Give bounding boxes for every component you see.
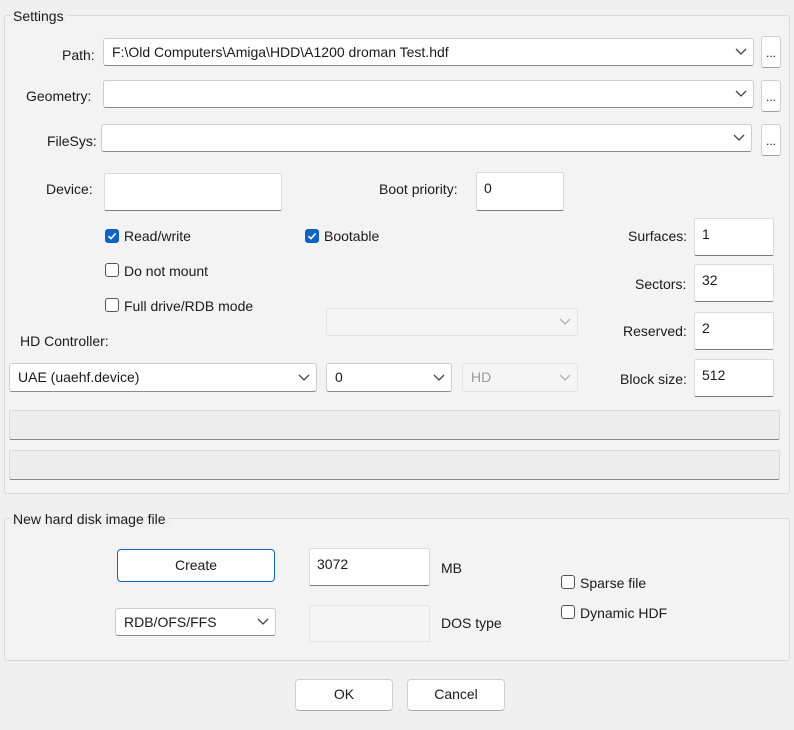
ok-button[interactable]: OK [295, 679, 393, 711]
do-not-mount-checkbox[interactable] [105, 263, 119, 277]
device-label: Device: [46, 181, 93, 197]
filesys-browse-button[interactable]: ... [761, 124, 781, 156]
chevron-down-icon [733, 134, 745, 141]
hd-controller-label: HD Controller: [20, 333, 109, 349]
image-size-input[interactable]: 3072 [309, 548, 430, 586]
dos-type-label: DOS type [441, 615, 502, 631]
hd-controller-value: UAE (uaehf.device) [18, 369, 140, 385]
chevron-down-icon [559, 318, 571, 325]
controller-type-combo: HD [462, 363, 578, 392]
checkmark-icon [107, 232, 117, 240]
chevron-down-icon [735, 48, 747, 55]
dynamic-hdf-checkbox[interactable] [561, 605, 575, 619]
controller-unit-value: 0 [335, 369, 343, 385]
geometry-combo[interactable] [103, 80, 754, 108]
sectors-input[interactable]: 32 [694, 264, 774, 302]
bootable-label: Bootable [324, 228, 380, 244]
sparse-file-label: Sparse file [580, 575, 647, 591]
read-write-label: Read/write [124, 228, 191, 244]
block-size-label: Block size: [620, 371, 687, 387]
geometry-browse-button[interactable]: ... [761, 80, 781, 112]
checkmark-icon [307, 232, 317, 240]
settings-group-title: Settings [10, 8, 67, 24]
reserved-label: Reserved: [623, 323, 687, 339]
new-image-group-title: New hard disk image file [10, 511, 169, 527]
sparse-file-checkbox[interactable] [561, 575, 575, 589]
read-write-checkbox[interactable] [105, 229, 119, 243]
controller-extra-combo [326, 308, 578, 336]
chevron-down-icon [257, 618, 269, 625]
full-drive-checkbox[interactable] [105, 298, 119, 312]
chevron-down-icon [735, 90, 747, 97]
sectors-label: Sectors: [635, 276, 687, 292]
block-size-input[interactable]: 512 [694, 359, 774, 397]
bootable-checkbox[interactable] [305, 229, 319, 243]
chevron-down-icon [559, 374, 571, 381]
filesys-label: FileSys: [47, 133, 97, 149]
chevron-down-icon [298, 374, 310, 381]
path-label: Path: [62, 47, 95, 63]
dos-type-input [309, 605, 430, 642]
filesys-combo[interactable] [101, 124, 752, 152]
boot-priority-label: Boot priority: [379, 181, 458, 197]
surfaces-label: Surfaces: [628, 228, 688, 244]
cancel-button[interactable]: Cancel [407, 679, 505, 711]
controller-type-value: HD [471, 369, 492, 385]
info-bar-2 [9, 450, 780, 480]
dynamic-hdf-label: Dynamic HDF [580, 605, 668, 621]
image-format-value: RDB/OFS/FFS [124, 614, 217, 630]
create-button[interactable]: Create [117, 549, 275, 582]
hd-controller-combo[interactable]: UAE (uaehf.device) [9, 363, 317, 392]
image-format-combo[interactable]: RDB/OFS/FFS [115, 608, 276, 636]
surfaces-input[interactable]: 1 [694, 218, 774, 256]
chevron-down-icon [433, 374, 445, 381]
reserved-input[interactable]: 2 [694, 312, 774, 350]
path-combo[interactable]: F:\Old Computers\Amiga\HDD\A1200 droman … [103, 38, 754, 66]
geometry-label: Geometry: [26, 88, 92, 104]
device-input[interactable] [104, 173, 282, 211]
controller-unit-combo[interactable]: 0 [326, 363, 452, 392]
info-bar-1 [9, 410, 780, 440]
full-drive-label: Full drive/RDB mode [124, 298, 254, 314]
image-size-unit: MB [441, 560, 462, 576]
path-browse-button[interactable]: ... [761, 36, 781, 68]
path-value: F:\Old Computers\Amiga\HDD\A1200 droman … [112, 44, 449, 60]
do-not-mount-label: Do not mount [124, 263, 209, 279]
boot-priority-input[interactable]: 0 [476, 172, 564, 211]
